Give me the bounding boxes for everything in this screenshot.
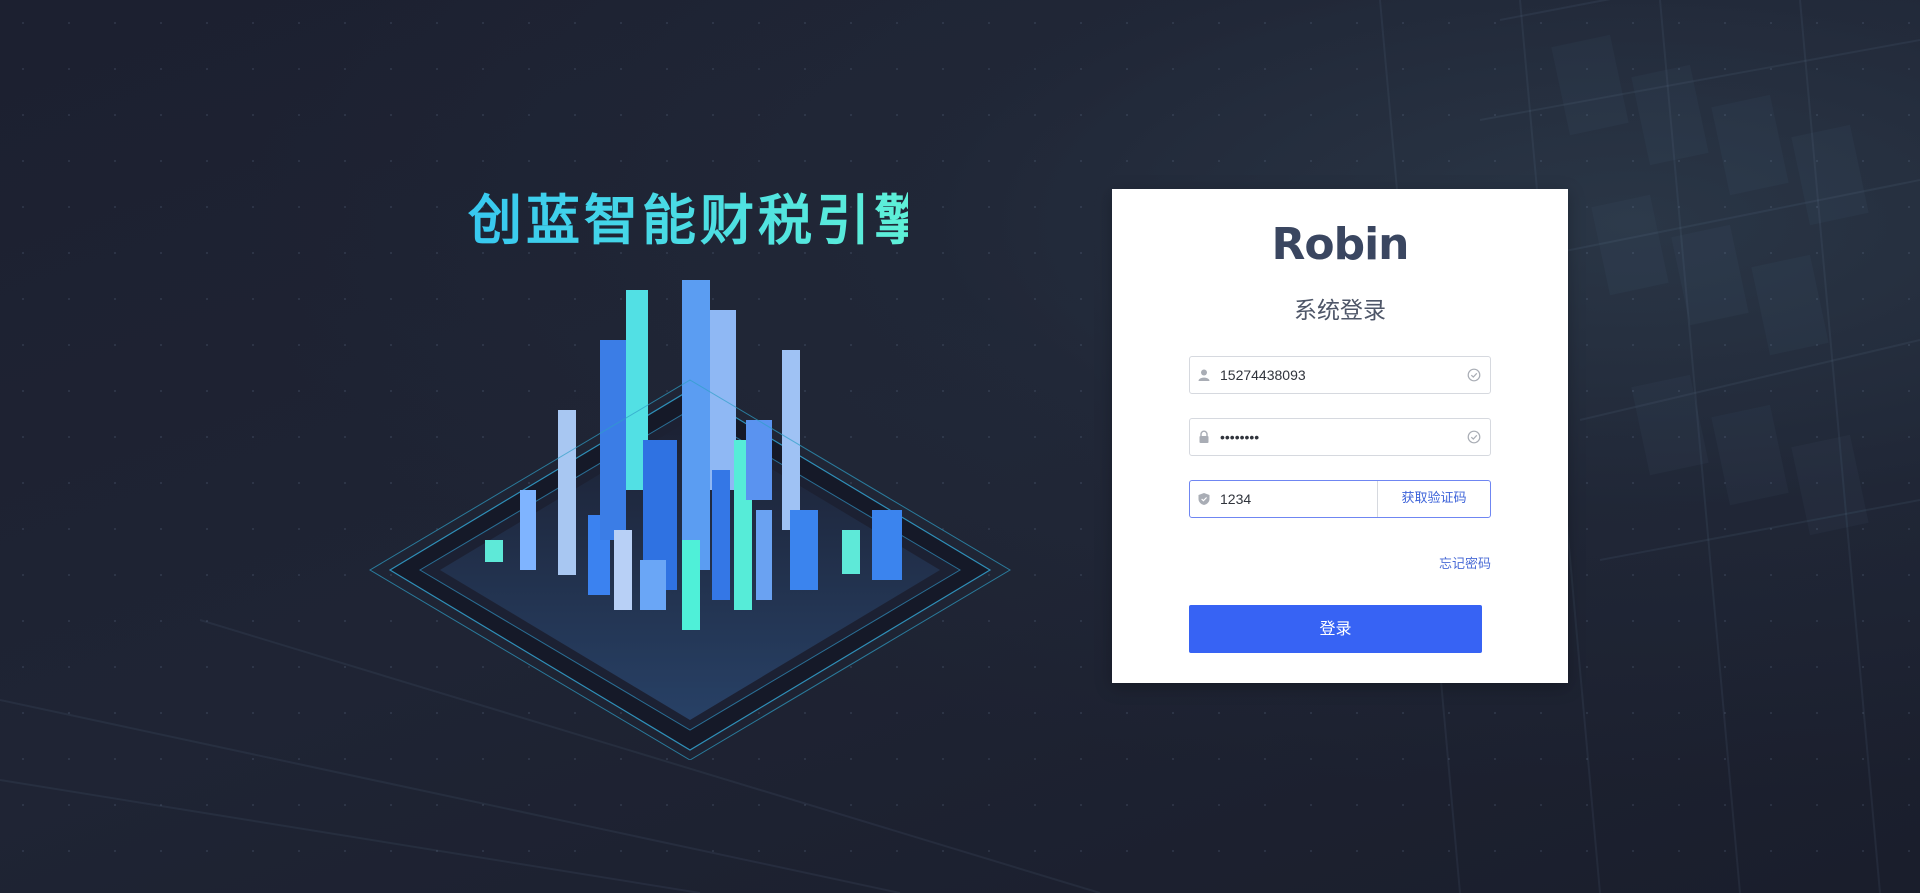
shield-icon	[1198, 493, 1210, 505]
verification-code-value[interactable]: 1234	[1220, 481, 1251, 517]
username-field[interactable]: 15274438093	[1189, 356, 1491, 394]
forgot-password-link[interactable]: 忘记密码	[1189, 553, 1491, 572]
password-field[interactable]: ••••••••	[1189, 418, 1491, 456]
login-card: Robin 系统登录 15274438093 •••••••• 1234 获取验…	[1112, 189, 1568, 683]
isometric-bar-illustration	[369, 280, 1011, 760]
lock-icon	[1199, 430, 1209, 443]
brand-logo: Robin	[1271, 219, 1409, 270]
password-value[interactable]: ••••••••	[1220, 419, 1259, 455]
user-icon	[1198, 369, 1210, 381]
hero-title: 创蓝智能财税引擎	[468, 176, 928, 255]
verification-code-field[interactable]: 1234 获取验证码	[1189, 480, 1491, 518]
get-code-button[interactable]: 获取验证码	[1377, 481, 1490, 517]
login-title: 系统登录	[1294, 298, 1386, 324]
check-circle-icon	[1467, 430, 1481, 444]
login-page: 创蓝智能财税引擎 Robin 系统登录 15274438093 ••••••••…	[0, 0, 1920, 893]
username-value[interactable]: 15274438093	[1220, 357, 1306, 393]
login-button[interactable]: 登录	[1189, 605, 1482, 653]
check-circle-icon	[1467, 368, 1481, 382]
